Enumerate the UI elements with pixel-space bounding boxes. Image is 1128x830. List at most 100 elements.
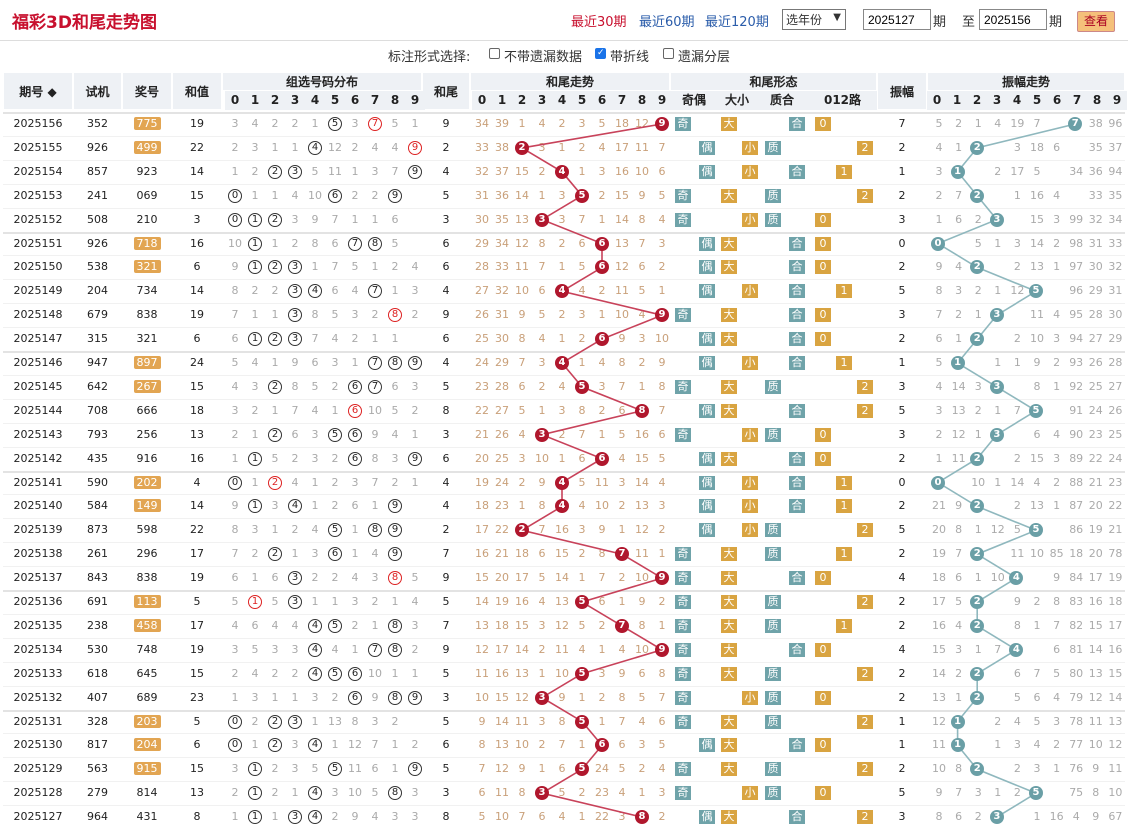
trend-miss: 6 [578,236,586,250]
big-small-tag: 小 [742,212,758,227]
amp-cell: 5 [898,523,906,537]
odd-even-tag: 偶 [699,403,715,418]
amp-ball: 3 [989,379,1004,394]
trend-miss: 10 [515,284,529,298]
dist-miss: 1 [291,547,299,561]
trend-miss: 16 [615,164,629,178]
dist-ball: 8 [388,618,402,633]
trend-miss: 16 [635,427,649,441]
dist-miss: 8 [311,308,319,322]
sum-cell: 16 [190,451,204,465]
amp-miss: 5 [1033,164,1041,178]
dist-miss: 1 [351,212,359,226]
amp-miss: 29 [1108,332,1123,346]
trend-ball: 8 [635,403,649,418]
amp-miss: 89 [1069,451,1084,465]
dist-miss: 7 [311,332,319,346]
prime-comp-tag: 质 [765,714,781,729]
trend-miss: 1 [658,284,666,298]
dist-miss: 3 [391,451,399,465]
amp-ball: 2 [970,451,985,466]
mod3-tag: 1 [836,356,852,370]
amp-cell: 0 [898,236,906,250]
trend-miss: 8 [578,403,586,417]
trend-miss: 12 [615,260,629,274]
amp-miss: 32 [1088,212,1103,226]
sum-cell: 5 [193,595,201,608]
dist-miss: 2 [291,666,299,680]
dist-miss: 9 [311,212,319,226]
amp-miss: 1 [1013,188,1021,202]
amp-miss: 8 [1013,618,1021,632]
trend-miss: 1 [638,379,646,393]
trend-miss: 4 [618,642,626,656]
issue-cell: 2025139 [13,523,63,537]
amp-miss: 5 [1013,690,1021,704]
dist-miss: 6 [271,571,279,585]
amp-miss [949,471,969,495]
dist-miss: 3 [291,762,299,776]
dist-miss: 6 [231,571,239,585]
amp-miss: 12 [1010,284,1025,298]
award-value: 202 [133,475,161,489]
tail-cell: 3 [442,690,450,704]
dist-ball: 5 [328,666,342,681]
trend-miss: 38 [495,140,509,154]
amp-miss: 2 [974,403,982,417]
big-small-tag: 小 [742,356,758,370]
dist-ball: 2 [268,332,282,347]
issue-cell: 2025133 [13,666,63,680]
award-value: 897 [133,356,161,369]
amp-miss: 31 [1088,236,1103,250]
trial-cell: 204 [87,284,108,298]
trend-miss: 5 [478,810,486,824]
big-small-tag: 大 [721,738,737,753]
odd-even-tag: 奇 [675,547,691,562]
dist-miss: 2 [271,666,279,680]
award-cell: 321 [122,327,172,351]
odd-even-tag: 偶 [699,499,715,514]
issue-cell: 2025156 [13,117,63,130]
trend-ball: 5 [575,379,589,394]
amp-miss [1047,112,1067,136]
dist-miss: 1 [271,356,279,369]
big-small-tag: 小 [742,284,758,299]
amp-miss: 21 [1108,523,1123,537]
dist-miss: 3 [351,308,359,322]
dist-miss: 6 [231,332,239,346]
trend-miss: 1 [658,618,666,632]
amp-miss: 34 [1108,212,1123,226]
dist-ball: 4 [308,140,322,155]
trend-miss: 20 [475,451,489,465]
prime-comp-tag: 合 [789,499,805,514]
trend-miss: 21 [475,427,489,441]
award-value: 923 [136,164,158,178]
dist-ball: 7 [368,379,382,394]
trend-miss: 7 [538,260,546,274]
mod3-tag: 1 [836,499,852,514]
tail-cell: 3 [442,786,450,800]
amp-miss: 3 [1033,762,1041,776]
amp-miss: 17 [1108,618,1123,632]
trend-miss: 3 [618,810,626,824]
amp-miss: 6 [955,810,963,824]
prime-comp-tag: 合 [789,260,805,275]
odd-even-tag: 偶 [699,332,715,347]
trend-miss: 3 [538,140,546,154]
trend-miss: 10 [475,690,489,704]
dist-miss: 3 [391,810,399,824]
trend-miss: 18 [615,117,629,130]
amp-miss: 13 [932,690,946,704]
dist-miss: 1 [271,308,279,322]
dist-ball: 1 [248,332,262,347]
dist-miss: 4 [371,547,379,561]
trend-miss: 5 [618,427,626,441]
amp-miss: 10 [990,571,1005,585]
issue-cell: 2025127 [13,810,63,824]
tail-cell: 7 [442,618,450,632]
trend-miss: 2 [538,379,546,393]
amp-cell: 5 [898,284,906,298]
trend-miss: 16 [495,666,509,680]
issue-cell: 2025135 [13,618,63,632]
amp-miss [949,232,969,256]
